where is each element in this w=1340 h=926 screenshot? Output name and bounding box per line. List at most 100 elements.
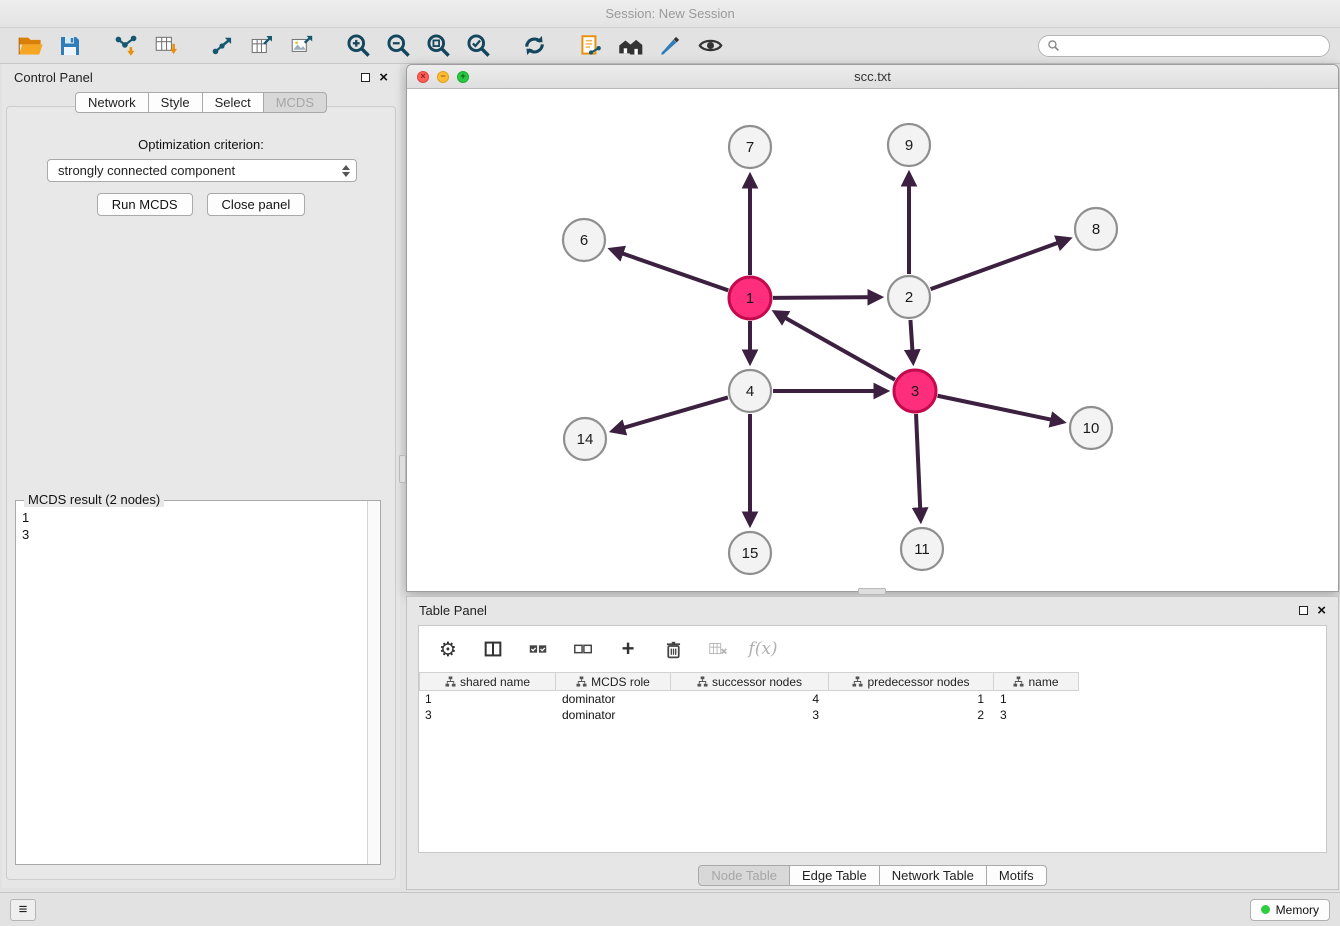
import-network-button[interactable] (106, 30, 146, 62)
export-table-button[interactable] (242, 30, 282, 62)
tab-network[interactable]: Network (75, 92, 149, 113)
graph-node-8[interactable]: 8 (1075, 208, 1117, 250)
column-header-successor-nodes[interactable]: successor nodes (671, 672, 829, 691)
table-tab-edge-table[interactable]: Edge Table (790, 865, 880, 886)
mcds-result-list[interactable]: 13 (16, 505, 366, 864)
mcds-result-box: MCDS result (2 nodes) 13 (15, 500, 381, 865)
apply-style-button[interactable] (650, 30, 690, 62)
column-header-shared-name[interactable]: shared name (419, 672, 556, 691)
delete-table-button[interactable] (703, 635, 733, 663)
deselect-all-rows-button[interactable] (568, 635, 598, 663)
home-button[interactable] (610, 30, 650, 62)
cell-predecessor-nodes: 1 (829, 691, 994, 707)
toggle-details-button[interactable] (690, 30, 730, 62)
function-builder-button[interactable]: f(x) (748, 635, 778, 663)
close-panel-button[interactable]: Close panel (207, 193, 306, 216)
tab-mcds[interactable]: MCDS (264, 92, 327, 113)
zoom-fit-button[interactable] (418, 30, 458, 62)
graph-edge-3-10[interactable] (938, 396, 1063, 422)
column-sort-icon (697, 676, 708, 687)
search-input[interactable] (1065, 39, 1321, 53)
close-window-icon[interactable]: × (417, 71, 429, 83)
graph-edge-2-8[interactable] (931, 239, 1069, 289)
add-column-button[interactable]: + (613, 635, 643, 663)
table-tab-motifs[interactable]: Motifs (987, 865, 1047, 886)
table-tab-node-table[interactable]: Node Table (698, 865, 790, 886)
graph-node-14[interactable]: 14 (564, 418, 606, 460)
search-box[interactable] (1038, 35, 1330, 57)
svg-text:10: 10 (1083, 420, 1100, 437)
search-icon (1047, 39, 1060, 52)
result-scrollbar[interactable] (367, 501, 380, 864)
result-item[interactable]: 1 (22, 509, 366, 526)
apply-layout-button[interactable] (514, 30, 554, 62)
main-toolbar (0, 28, 1340, 64)
table-tab-network-table[interactable]: Network Table (880, 865, 987, 886)
control-panel-title: Control Panel (14, 70, 93, 85)
svg-text:4: 4 (746, 383, 754, 400)
checked-boxes-icon (527, 638, 549, 660)
vertical-splitter-handle[interactable] (399, 455, 406, 483)
column-header-name[interactable]: name (994, 672, 1079, 691)
show-panels-button[interactable]: ≡ (10, 899, 36, 921)
tab-style[interactable]: Style (149, 92, 203, 113)
select-all-rows-button[interactable] (523, 635, 553, 663)
column-visibility-button[interactable] (478, 635, 508, 663)
graph-node-9[interactable]: 9 (888, 124, 930, 166)
graph-node-6[interactable]: 6 (563, 219, 605, 261)
horizontal-splitter-handle[interactable] (858, 588, 886, 595)
graph-node-10[interactable]: 10 (1070, 407, 1112, 449)
window-titlebar[interactable]: Session: New Session (0, 0, 1340, 28)
float-panel-icon[interactable] (361, 73, 370, 82)
minimize-window-icon[interactable]: − (437, 71, 449, 83)
graph-node-2[interactable]: 2 (888, 276, 930, 318)
graph-edge-4-14[interactable] (613, 397, 728, 430)
network-window-titlebar[interactable]: × − + scc.txt (407, 65, 1338, 89)
table-panel-header: Table Panel × (407, 597, 1338, 623)
table-row[interactable]: 3dominator323 (419, 707, 1326, 723)
result-item[interactable]: 3 (22, 526, 366, 543)
column-sort-icon (576, 676, 587, 687)
graph-node-3[interactable]: 3 (894, 370, 936, 412)
svg-text:7: 7 (746, 139, 754, 156)
network-graph[interactable]: 1 2 3 4 6 7 8 9 10 11 14 15 (407, 89, 1338, 592)
criterion-dropdown[interactable]: strongly connected component (47, 159, 357, 182)
close-panel-icon[interactable]: × (379, 70, 388, 85)
graph-edge-1-2[interactable] (773, 297, 880, 298)
zoom-in-button[interactable] (338, 30, 378, 62)
run-mcds-button[interactable]: Run MCDS (97, 193, 193, 216)
column-header-predecessor-nodes[interactable]: predecessor nodes (829, 672, 994, 691)
graph-edge-3-1[interactable] (775, 312, 895, 379)
maximize-window-icon[interactable]: + (457, 71, 469, 83)
column-header-MCDS-role[interactable]: MCDS role (556, 672, 671, 691)
trash-icon (663, 639, 684, 660)
graph-node-1[interactable]: 1 (729, 277, 771, 319)
import-table-button[interactable] (146, 30, 186, 62)
graph-edge-2-3[interactable] (910, 320, 913, 362)
export-network-button[interactable] (202, 30, 242, 62)
svg-text:3: 3 (911, 383, 919, 400)
svg-text:1: 1 (746, 290, 754, 307)
memory-button[interactable]: Memory (1250, 899, 1330, 921)
open-session-button[interactable] (10, 30, 50, 62)
table-row[interactable]: 1dominator411 (419, 691, 1326, 707)
zoom-selected-button[interactable] (458, 30, 498, 62)
graph-node-4[interactable]: 4 (729, 370, 771, 412)
export-table-icon (249, 33, 275, 59)
graph-node-11[interactable]: 11 (901, 528, 943, 570)
graph-node-15[interactable]: 15 (729, 532, 771, 574)
control-panel: Control Panel × NetworkStyleSelectMCDS O… (2, 64, 400, 888)
save-session-button[interactable] (50, 30, 90, 62)
graph-edge-3-11[interactable] (916, 414, 921, 520)
graph-node-7[interactable]: 7 (729, 126, 771, 168)
clone-network-button[interactable] (570, 30, 610, 62)
export-image-button[interactable] (282, 30, 322, 62)
zoom-out-button[interactable] (378, 30, 418, 62)
table-settings-button[interactable]: ⚙ (433, 635, 463, 663)
delete-column-button[interactable] (658, 635, 688, 663)
float-table-panel-icon[interactable] (1299, 606, 1308, 615)
export-image-icon (289, 33, 315, 59)
graph-edge-1-6[interactable] (611, 250, 728, 291)
close-table-panel-icon[interactable]: × (1317, 603, 1326, 618)
tab-select[interactable]: Select (203, 92, 264, 113)
